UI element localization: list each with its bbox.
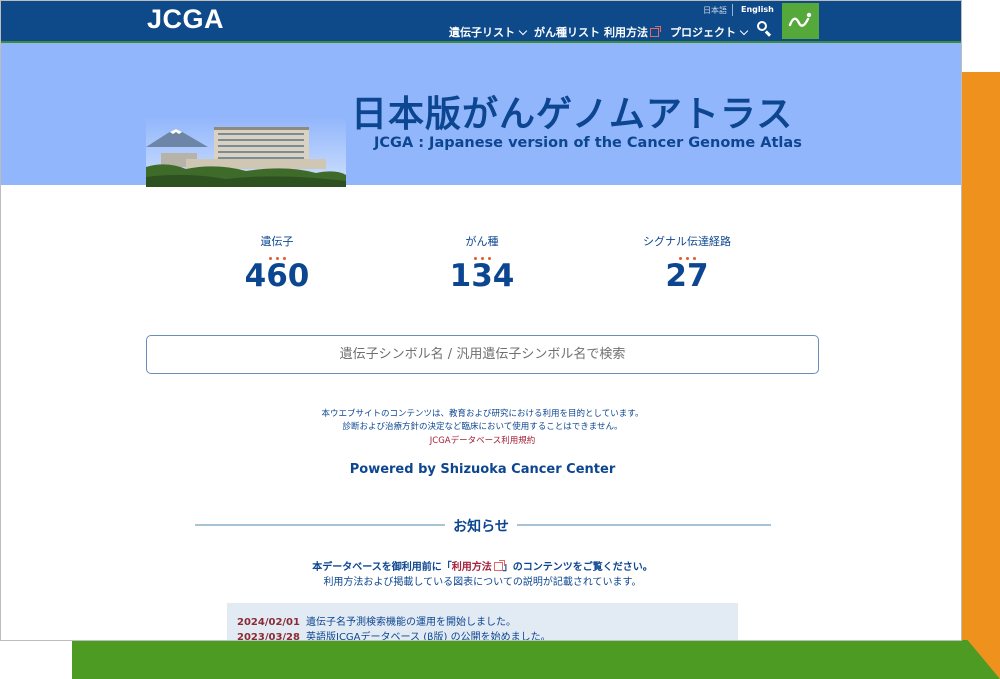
news-item[interactable]: 2024/02/01 遺伝子名予測検索機能の運用を開始しました。 [237,613,728,628]
search-icon [757,21,767,31]
nav-cancer-list-label: がん種リスト [534,26,600,39]
page-frame: JCGA 日本語 English 遺伝子リスト がん種リスト 利用方法 プロジェ… [0,0,962,641]
site-logo[interactable]: JCGA [147,4,224,35]
disclaimer-line-1: 本ウエブサイトのコンテンツは、教育および研究における利用を目的としています。 [321,409,644,419]
stat-label: 遺伝子 [260,235,294,248]
news-text: 遺伝子名予測検索機能の運用を開始しました。 [306,617,516,628]
stat-cancer-types: がん種 134 [412,233,552,294]
site-header: JCGA 日本語 English 遺伝子リスト がん種リスト 利用方法 プロジェ… [1,1,961,41]
external-link-icon [650,26,661,37]
stat-genes: 遺伝子 460 [207,233,347,294]
stat-value: 460 [244,258,310,294]
nav-gene-list[interactable]: 遺伝子リスト [449,24,528,40]
stat-pathways: シグナル伝達経路 27 [617,233,757,294]
brand-menu-button[interactable] [782,3,819,39]
nav-project[interactable]: プロジェクト [670,24,749,40]
news-date: 2023/03/28 [237,632,300,641]
news-list: 2024/02/01 遺伝子名予測検索機能の運用を開始しました。 2023/03/… [227,603,738,641]
news-item[interactable]: 2023/03/28 英語版JCGAデータベース (β版) の公開を始めました。 [237,628,728,641]
stat-dots [207,248,347,260]
lang-japanese-link[interactable]: 日本語 [703,5,727,16]
terms-of-use-link[interactable]: JCGAデータベース利用規約 [146,434,819,446]
stat-label: シグナル伝達経路 [643,235,731,248]
usage-link[interactable]: 利用方法 [452,560,505,573]
news-text: 英語版JCGAデータベース (β版) の公開を始めました。 [306,632,551,641]
nav-gene-list-label: 遺伝子リスト [449,26,515,39]
nav-cancer-list[interactable]: がん種リスト [534,24,600,40]
stat-dots [617,248,757,260]
disclaimer-line-2: 診断および治療方針の決定など臨床において使用することはできません。 [342,422,623,432]
powered-by: Powered by Shizuoka Cancer Center [349,462,616,477]
lang-divider [732,4,733,16]
nav-usage-label: 利用方法 [604,26,648,39]
lang-english-link[interactable]: English [741,5,774,14]
stat-value: 27 [665,258,709,294]
news-divider-right [517,524,771,526]
chevron-down-icon [518,26,528,36]
news-date: 2024/02/01 [237,617,300,628]
nav-project-label: プロジェクト [670,26,736,39]
external-link-icon [493,560,505,571]
stat-value: 134 [449,258,515,294]
hero-banner: 日本版がんゲノムアトラス JCGA : Japanese version of … [1,41,961,187]
news-divider-left [195,524,445,526]
decorative-green-band [72,640,1000,679]
news-intro: 本データベースを御利用前に「利用方法 」のコンテンツをご覧ください。 [312,560,653,573]
brand-mark-icon [788,12,812,27]
chevron-down-icon [739,26,749,36]
hospital-photo [146,117,346,187]
stat-dots [412,248,552,260]
stat-label: がん種 [465,235,499,248]
news-intro-detail: 利用方法および掲載している図表についての説明が記載されています。 [323,577,642,588]
hero-subtitle: JCGA : Japanese version of the Cancer Ge… [374,135,802,151]
hero-title: 日本版がんゲノムアトラス [351,94,794,135]
header-search-button[interactable] [755,19,773,37]
news-heading: お知らせ [453,519,509,535]
gene-search-input[interactable] [146,335,819,374]
nav-usage[interactable]: 利用方法 [604,24,661,40]
